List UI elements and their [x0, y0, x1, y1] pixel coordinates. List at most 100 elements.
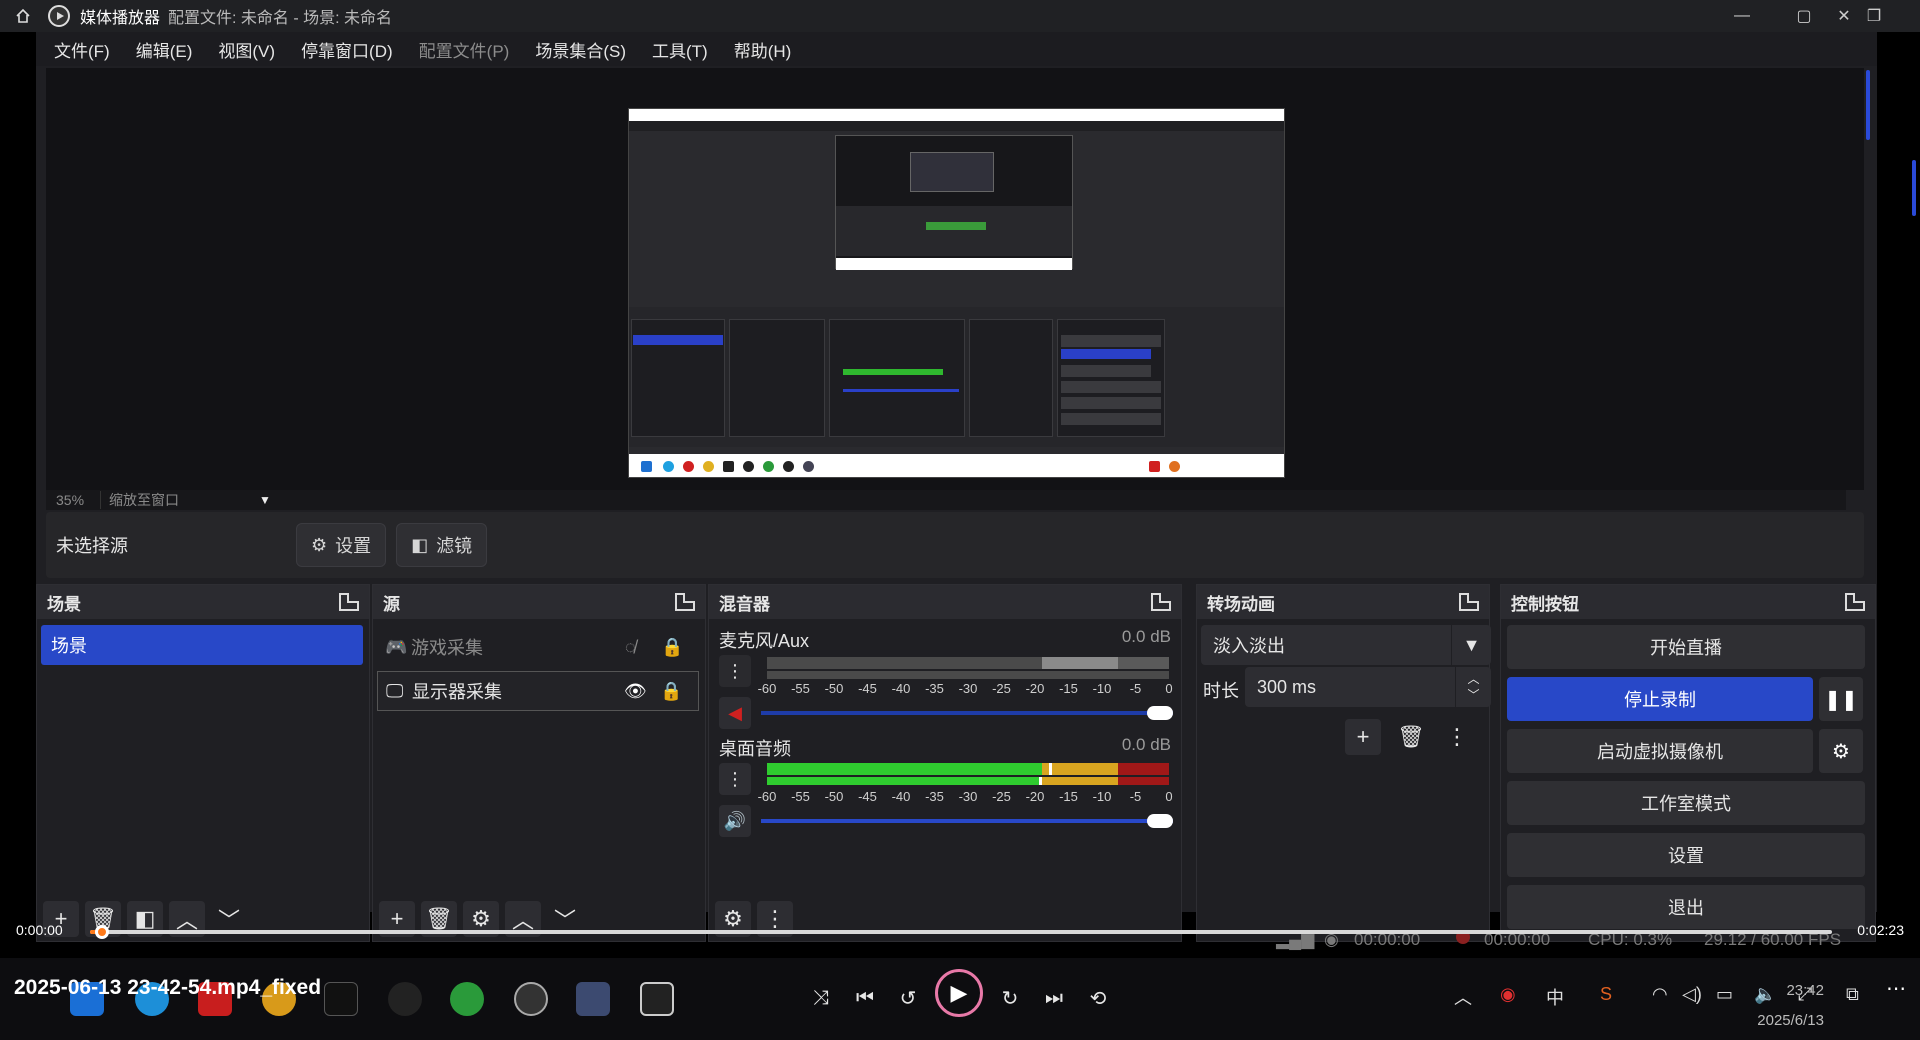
- scene-item[interactable]: 场景: [41, 625, 363, 665]
- mixer-dock: 混音器 麦克风/Aux 0.0 dB ⋮ -60 -55 -50 -45 -40 -35-…: [708, 584, 1182, 942]
- undock-icon[interactable]: [675, 593, 695, 611]
- seek-bar[interactable]: [90, 930, 1832, 934]
- no-source-label: 未选择源: [56, 536, 128, 556]
- muted-speaker-icon[interactable]: ◀: [719, 697, 751, 729]
- source-item[interactable]: 🖵 显示器采集 👁 🔒: [377, 671, 699, 711]
- previous-icon[interactable]: ⏮: [847, 980, 883, 1016]
- menu-file[interactable]: 文件(F): [54, 37, 110, 62]
- start-stream-button[interactable]: 开始直播: [1507, 625, 1865, 669]
- mixer-channel: 桌面音频 0.0 dB ⋮ -60 -55 -50 -45 -40 -35 -30 -25 -2…: [709, 729, 1181, 837]
- repeat-off-icon[interactable]: ⟲: [1080, 980, 1116, 1016]
- lock-icon[interactable]: 🔒: [660, 681, 682, 702]
- source-item[interactable]: 🎮 游戏采集 ◌̸ 🔒: [377, 627, 699, 667]
- minimize-icon[interactable]: —: [1722, 0, 1762, 32]
- zoom-mode-select[interactable]: 缩放至窗口: [109, 490, 259, 510]
- menu-profile[interactable]: 配置文件(P): [419, 37, 510, 62]
- scenes-title: 场景: [47, 594, 81, 614]
- eye-icon[interactable]: 👁: [624, 681, 647, 702]
- settings-button[interactable]: 设置: [1507, 833, 1865, 877]
- clock-time: 23:42: [1786, 982, 1824, 999]
- meter-tick-label: -60: [757, 681, 777, 696]
- menu-scene-collection[interactable]: 场景集合(S): [535, 37, 626, 62]
- duration-spinbox[interactable]: 300 ms ︿ ﹀: [1245, 667, 1491, 707]
- wechat-icon[interactable]: [450, 982, 484, 1016]
- volume-slider-handle[interactable]: [1147, 706, 1173, 720]
- forward-30-icon[interactable]: ↻: [992, 980, 1028, 1016]
- meter-tick-label: -40: [891, 789, 911, 804]
- miniplayer-icon[interactable]: ⧉: [1846, 984, 1859, 1005]
- meter-tick-label: -35: [925, 789, 944, 804]
- sources-title: 源: [383, 594, 400, 614]
- menu-docks[interactable]: 停靠窗口(D): [301, 37, 393, 62]
- meter-tick-label: -5: [1129, 681, 1142, 696]
- menu-help[interactable]: 帮助(H): [734, 37, 792, 62]
- scrollbar[interactable]: [1912, 160, 1916, 216]
- next-icon[interactable]: ⏭: [1036, 980, 1072, 1016]
- source-name: 显示器采集: [412, 682, 502, 702]
- tray-chevron-up-icon[interactable]: ︿: [1454, 984, 1472, 1010]
- undock-icon[interactable]: [1459, 593, 1479, 611]
- menu-view[interactable]: 视图(V): [218, 37, 275, 62]
- volume-slider[interactable]: [761, 819, 1173, 823]
- clock-date: 2025/6/13: [1757, 1012, 1824, 1029]
- speaker-icon[interactable]: ◁): [1682, 984, 1702, 1005]
- exit-button[interactable]: 退出: [1507, 885, 1865, 929]
- undock-icon[interactable]: [1151, 593, 1171, 611]
- undock-icon[interactable]: [1845, 593, 1865, 611]
- source-settings-button[interactable]: ⚙ 设置: [296, 523, 387, 567]
- qq-icon[interactable]: [388, 982, 422, 1016]
- play-button[interactable]: ▶: [935, 969, 983, 1017]
- window-titlebar: 媒体播放器 配置文件: 未命名 - 场景: 未命名 — ❐ ▢ ✕: [0, 0, 1920, 32]
- input-method-icon[interactable]: 中: [1546, 984, 1564, 1010]
- seek-thumb[interactable]: [94, 925, 109, 939]
- channel-menu-icon[interactable]: ⋮: [719, 763, 751, 795]
- maximize-icon[interactable]: ▢: [1784, 0, 1824, 32]
- stop-record-button[interactable]: 停止录制: [1507, 677, 1813, 721]
- add-transition-button[interactable]: +: [1345, 719, 1381, 755]
- channel-db: 0.0 dB: [1121, 627, 1171, 646]
- meter-tick-label: -45: [858, 789, 877, 804]
- channel-menu-icon[interactable]: ⋮: [719, 655, 751, 687]
- transitions-title: 转场动画: [1207, 594, 1275, 614]
- volume-slider[interactable]: [761, 711, 1173, 715]
- meter-tick-label: -5: [1129, 789, 1142, 804]
- preview-canvas[interactable]: [46, 68, 1864, 490]
- home-icon[interactable]: [0, 0, 46, 32]
- lock-icon[interactable]: 🔒: [661, 637, 683, 658]
- wifi-icon[interactable]: ◠: [1652, 984, 1668, 1005]
- studio-mode-button[interactable]: 工作室模式: [1507, 781, 1865, 825]
- app-icon[interactable]: [576, 982, 610, 1016]
- spin-arrows-icon[interactable]: ︿ ﹀: [1455, 667, 1491, 707]
- tray-app-icon[interactable]: S: [1600, 984, 1612, 1005]
- speaker-icon[interactable]: 🔊: [719, 805, 751, 837]
- chevron-down-icon[interactable]: ▼: [1451, 625, 1491, 665]
- inner-close-icon[interactable]: ✕: [1824, 0, 1864, 32]
- meter-tick-label: -50: [824, 681, 844, 696]
- rewind-10-icon[interactable]: ↺: [890, 980, 926, 1016]
- shuffle-icon[interactable]: ⤨: [803, 980, 839, 1016]
- transition-menu-button[interactable]: ⋮: [1439, 719, 1475, 755]
- terminal-icon[interactable]: [324, 982, 358, 1016]
- menu-edit[interactable]: 编辑(E): [136, 37, 193, 62]
- gear-icon[interactable]: ⚙: [1819, 729, 1863, 773]
- more-options-icon[interactable]: ⋯: [1886, 976, 1906, 1001]
- window-title: 配置文件: 未命名 - 场景: 未命名: [168, 10, 393, 27]
- filters-button[interactable]: ◧ 滤镜: [396, 523, 488, 567]
- start-virtualcam-button[interactable]: 启动虚拟摄像机: [1507, 729, 1813, 773]
- tray-app-icon[interactable]: ◉: [1500, 984, 1516, 1005]
- mixer-channel: 麦克风/Aux 0.0 dB ⋮ -60 -55 -50 -45 -40 -35 -30 -2…: [709, 621, 1181, 729]
- chevron-down-icon[interactable]: ▼: [259, 493, 271, 507]
- obs-icon[interactable]: [514, 982, 548, 1016]
- meter-tick-label: -15: [1059, 789, 1078, 804]
- remove-transition-button[interactable]: 🗑: [1393, 719, 1429, 755]
- volume-slider-handle[interactable]: [1147, 814, 1173, 828]
- menu-tools[interactable]: 工具(T): [652, 37, 708, 62]
- media-player-icon[interactable]: [640, 982, 674, 1016]
- transition-select[interactable]: 淡入淡出 ▼: [1201, 625, 1491, 665]
- battery-icon[interactable]: ▭: [1716, 984, 1733, 1005]
- undock-icon[interactable]: [339, 593, 359, 611]
- meter-tick-label: -60: [757, 789, 777, 804]
- eye-hidden-icon[interactable]: ◌̸: [625, 637, 636, 658]
- scrollbar[interactable]: [1866, 70, 1870, 140]
- pause-icon[interactable]: ❚❚: [1819, 677, 1863, 721]
